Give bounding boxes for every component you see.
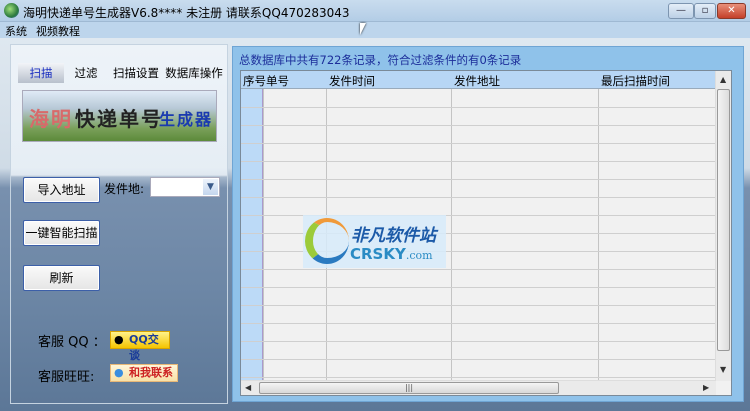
- support-wangwang-label: 客服旺旺:: [38, 370, 95, 385]
- close-button[interactable]: ✕: [717, 3, 746, 19]
- col-send-address[interactable]: 发件地址: [454, 73, 500, 89]
- row-header-column: [241, 89, 263, 381]
- origin-select[interactable]: ▼: [150, 177, 220, 197]
- menu-system[interactable]: 系统: [5, 23, 27, 39]
- smart-scan-button[interactable]: 一键智能扫描: [23, 220, 100, 246]
- refresh-button[interactable]: 刷新: [23, 265, 100, 291]
- watermark-cn: 非凡软件站: [351, 226, 436, 246]
- column-divider: [451, 71, 452, 381]
- tab-scan-settings[interactable]: 扫描设置: [108, 63, 164, 83]
- table-row-divider: [241, 179, 716, 180]
- table-row-divider: [241, 287, 716, 288]
- tab-scan[interactable]: 扫描: [18, 63, 64, 83]
- wangwang-contact-label: 和我联系: [129, 366, 173, 379]
- window-title: 海明快递单号生成器V6.8**** 未注册 请联系QQ470283043: [23, 6, 350, 20]
- mouse-cursor-icon: [360, 23, 366, 35]
- table-row-divider: [241, 125, 716, 126]
- table-row-divider: [241, 323, 716, 324]
- vertical-scroll-thumb[interactable]: [717, 89, 730, 351]
- tab-database[interactable]: 数据库操作: [164, 63, 224, 83]
- minimize-button[interactable]: —: [668, 3, 694, 19]
- tab-bar: 扫描 过滤 扫描设置 数据库操作: [16, 63, 224, 83]
- title-bar: 海明快递单号生成器V6.8**** 未注册 请联系QQ470283043 — ▫…: [0, 0, 750, 22]
- table-row-divider: [241, 341, 716, 342]
- wangwang-contact-button[interactable]: ● 和我联系: [110, 364, 178, 382]
- menu-video-tutorial[interactable]: 视频教程: [36, 23, 80, 39]
- col-index[interactable]: 序号: [243, 73, 266, 89]
- table-header: 序号 单号 发件时间 发件地址 最后扫描时间: [241, 71, 716, 89]
- table-row-divider: [241, 197, 716, 198]
- table-row-divider: [241, 305, 716, 306]
- column-divider: [598, 71, 599, 381]
- menu-bar: 系统 视频教程: [0, 22, 750, 38]
- app-icon: [4, 3, 19, 18]
- table-row-divider: [241, 269, 716, 270]
- qq-chat-button[interactable]: ● QQ交谈: [110, 331, 170, 362]
- banner-text-blue: 生成器: [159, 110, 214, 129]
- table-row-divider: [241, 377, 716, 378]
- crsky-watermark: 非凡软件站 CRSKY.com: [303, 215, 446, 268]
- horizontal-scroll-thumb[interactable]: |||: [259, 382, 559, 394]
- banner-text-red: 海明: [29, 107, 73, 131]
- scroll-right-icon[interactable]: ▶: [703, 383, 709, 392]
- logo-banner: 海明 快递单号 生成器: [22, 90, 217, 142]
- import-address-button[interactable]: 导入地址: [23, 177, 100, 203]
- origin-label: 发件地:: [104, 182, 145, 196]
- col-number[interactable]: 单号: [266, 73, 289, 89]
- table-row-divider: [241, 107, 716, 108]
- banner-text-black: 快递单号: [75, 107, 163, 131]
- qq-penguin-icon: ●: [114, 333, 124, 346]
- chevron-down-icon[interactable]: ▼: [203, 179, 218, 195]
- crsky-logo-icon: [305, 218, 349, 264]
- col-last-scan-time[interactable]: 最后扫描时间: [601, 73, 670, 89]
- col-send-time[interactable]: 发件时间: [329, 73, 375, 89]
- wangwang-icon: ●: [114, 366, 124, 379]
- maximize-button[interactable]: ▫: [694, 3, 716, 19]
- vertical-scrollbar[interactable]: ▲ ▼: [715, 71, 731, 381]
- scroll-up-icon[interactable]: ▲: [720, 75, 726, 84]
- table-row-divider: [241, 161, 716, 162]
- table-row-divider: [241, 359, 716, 360]
- watermark-en: CRSKY.com: [350, 245, 433, 263]
- column-divider: [263, 71, 264, 381]
- scroll-down-icon[interactable]: ▼: [720, 365, 726, 374]
- table-row-divider: [241, 143, 716, 144]
- support-qq-label: 客服 QQ ：: [38, 335, 106, 350]
- scroll-left-icon[interactable]: ◀: [245, 383, 251, 392]
- horizontal-scrollbar[interactable]: ◀ ||| ▶: [241, 380, 716, 395]
- tab-filter[interactable]: 过滤: [66, 63, 106, 83]
- record-count-info: 总数据库中共有722条记录，符合过滤条件的有0条记录: [239, 53, 522, 67]
